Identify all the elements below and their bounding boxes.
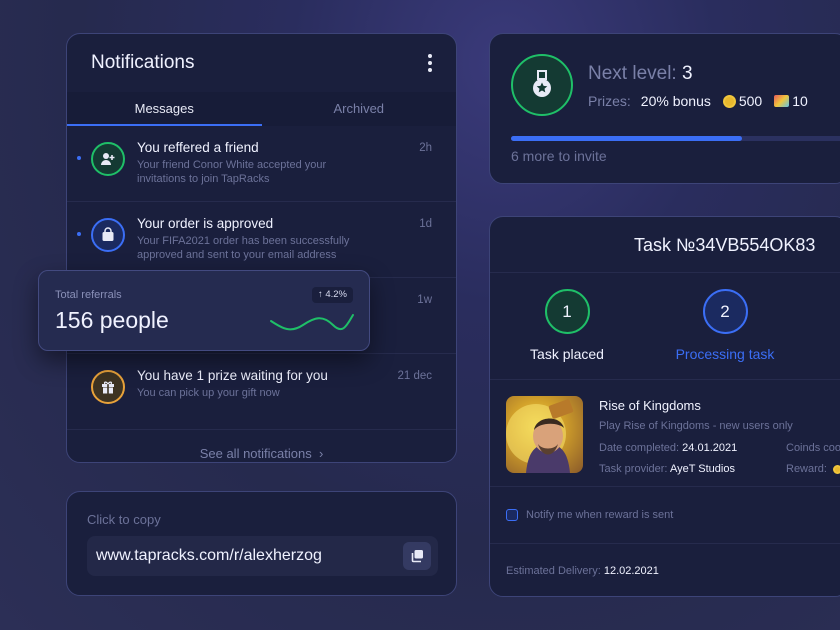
date-completed-label: Date completed:: [599, 442, 680, 454]
tab-archived[interactable]: Archived: [262, 92, 457, 126]
tickets-prize: 10: [792, 93, 808, 109]
notification-time: 1d: [419, 218, 432, 230]
task-game-info: Rise of Kingdoms Play Rise of Kingdoms -…: [490, 379, 840, 487]
see-all-label: See all notifications: [199, 446, 312, 461]
copy-button[interactable]: [403, 542, 431, 570]
level-progress-bar: [511, 136, 840, 141]
referral-url: www.tapracks.com/r/alexherzog: [96, 547, 322, 564]
coins-prize: 500: [738, 93, 763, 109]
tab-messages[interactable]: Messages: [67, 92, 262, 126]
notification-time: 1w: [417, 294, 432, 306]
gift-icon: [91, 370, 125, 404]
task-provider-row: Task provider: AyeT Studios: [599, 463, 735, 475]
referral-url-field[interactable]: www.tapracks.com/r/alexherzog: [87, 536, 438, 576]
referral-link-card: Click to copy www.tapracks.com/r/alexher…: [66, 491, 457, 596]
next-level-card: Next level: 3 Prizes: 20% bonus 500 10 6…: [489, 33, 840, 184]
trend-sparkline: [270, 314, 354, 331]
step-label: Task placed: [530, 346, 604, 362]
copy-icon: [411, 550, 423, 563]
delivery-value: 12.02.2021: [603, 565, 659, 577]
unread-dot: [77, 156, 81, 160]
notifications-title: Notifications: [91, 52, 195, 73]
step-number: 2: [702, 289, 748, 334]
shopping-bag-icon: [91, 218, 125, 252]
game-thumbnail: [506, 396, 583, 473]
task-title: Task №34VB554OK83: [490, 217, 840, 273]
notify-checkbox[interactable]: [506, 509, 518, 521]
medal-icon: [511, 54, 573, 116]
notification-desc: Your friend Conor White accepted your in…: [137, 159, 327, 185]
reward-row: Reward:: [786, 463, 840, 475]
next-level-title: Next level: 3: [588, 63, 693, 85]
notification-title: Your order is approved: [137, 216, 274, 231]
click-to-copy-label: Click to copy: [87, 512, 161, 527]
step-processing-task: 2 Processing task: [655, 289, 795, 362]
add-user-icon: [91, 142, 125, 176]
task-provider-label: Task provider:: [599, 463, 668, 475]
notify-reward-option[interactable]: Notify me when reward is sent: [506, 509, 673, 521]
invite-remaining-text: 6 more to invite: [511, 148, 607, 164]
chevron-right-icon: ›: [315, 446, 324, 461]
total-referrals-card: Total referrals 156 people ↑ 4.2%: [38, 270, 370, 351]
notification-time: 21 dec: [397, 370, 432, 382]
more-options-icon[interactable]: [428, 54, 432, 72]
task-provider-value: AyeT Studios: [669, 463, 735, 475]
level-progress-fill: [511, 136, 743, 141]
notification-desc: Your FIFA2021 order has been successfull…: [137, 235, 350, 261]
task-steps: 1 Task placed 2 Processing task: [490, 289, 840, 375]
ticket-icon: [774, 95, 790, 107]
next-level-label: Next level:: [588, 63, 677, 84]
notify-label: Notify me when reward is sent: [526, 509, 674, 521]
notification-item[interactable]: You have 1 prize waiting for you You can…: [67, 354, 456, 430]
notifications-tabs: Messages Archived: [67, 92, 456, 126]
bonus-prize: 20% bonus: [640, 93, 711, 109]
step-number: 1: [544, 289, 590, 334]
game-title: Rise of Kingdoms: [599, 398, 701, 413]
date-completed-value: 24.01.2021: [682, 442, 738, 454]
notifications-card: Notifications Messages Archived You reff…: [66, 33, 457, 463]
notification-title: You reffered a friend: [137, 140, 259, 155]
coin-icon: [833, 464, 840, 474]
coins-code-label: Coinds coo: [786, 442, 840, 454]
notification-item[interactable]: Your order is approved Your FIFA2021 ord…: [67, 202, 456, 278]
coin-icon: [722, 94, 736, 108]
task-card: Task №34VB554OK83 1 Task placed 2 Proces…: [489, 216, 840, 597]
notification-desc: You can pick up your gift now: [137, 387, 280, 399]
notification-time: 2h: [419, 142, 432, 154]
prizes-label: Prizes:: [588, 93, 631, 109]
date-completed-row: Date completed: 24.01.2021: [599, 442, 737, 454]
see-all-notifications-link[interactable]: See all notifications ›: [67, 430, 456, 461]
game-subtitle: Play Rise of Kingdoms - new users only: [599, 420, 793, 432]
delivery-label: Estimated Delivery:: [506, 565, 601, 577]
notification-title: You have 1 prize waiting for you: [137, 368, 328, 383]
referrals-label: Total referrals: [55, 289, 122, 301]
referrals-value: 156 people: [55, 307, 169, 333]
next-level-number: 3: [681, 63, 693, 84]
notifications-header: Notifications: [67, 34, 456, 92]
reward-label: Reward:: [786, 463, 827, 475]
notification-item[interactable]: You reffered a friend Your friend Conor …: [67, 126, 456, 202]
referrals-change-badge: ↑ 4.2%: [311, 287, 353, 303]
prizes-row: Prizes: 20% bonus 500 10: [588, 93, 808, 109]
unread-dot: [77, 232, 81, 236]
step-task-placed: 1 Task placed: [497, 289, 637, 362]
referrals-change: 4.2%: [325, 289, 347, 300]
estimated-delivery: Estimated Delivery: 12.02.2021: [490, 543, 840, 596]
step-label: Processing task: [675, 346, 775, 362]
